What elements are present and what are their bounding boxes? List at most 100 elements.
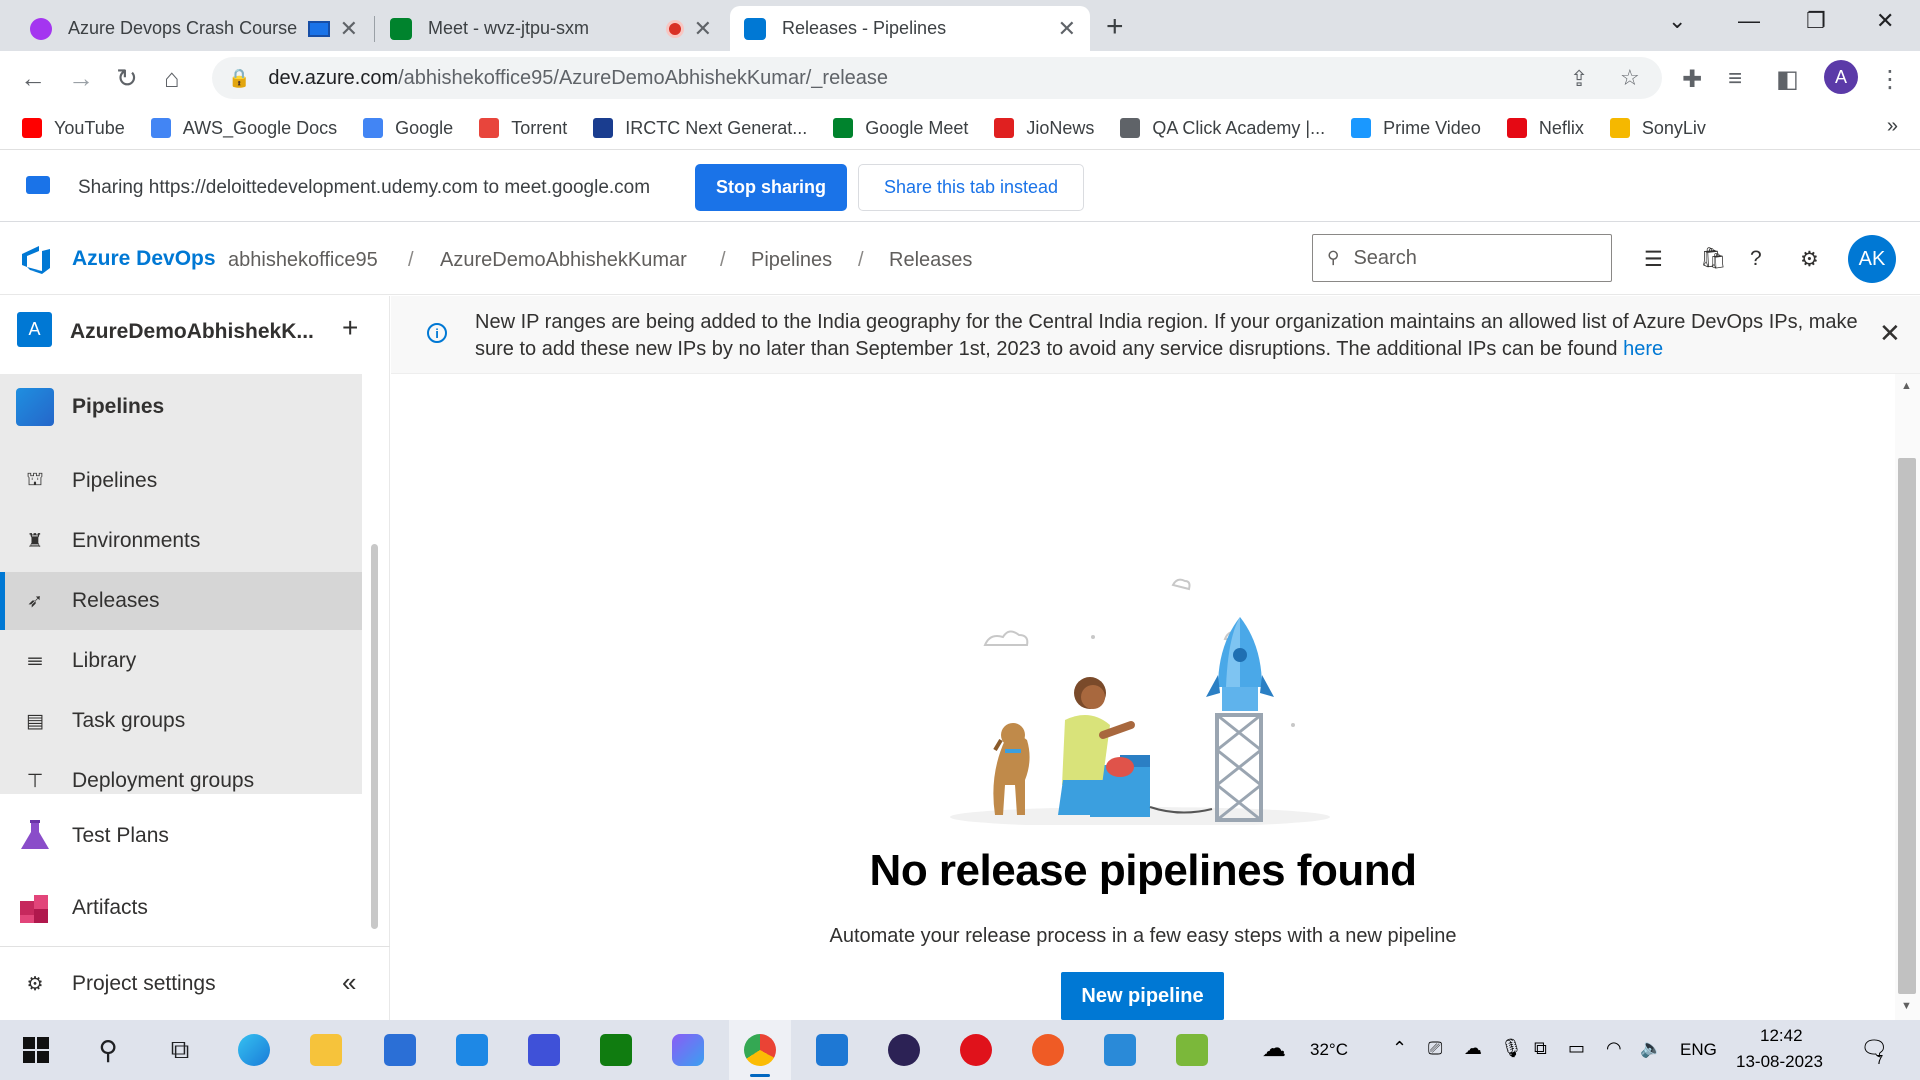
nav-releases[interactable]: ➶ Releases <box>0 572 362 630</box>
add-icon[interactable]: + <box>342 312 358 344</box>
reload-icon[interactable]: ↻ <box>116 63 138 94</box>
work-items-icon[interactable]: ☰ <box>1644 247 1663 272</box>
nav-scrollbar[interactable] <box>371 544 378 929</box>
wifi-icon[interactable]: ◠ <box>1606 1038 1622 1059</box>
close-banner-icon[interactable]: ✕ <box>1879 318 1901 349</box>
share-this-tab-button[interactable]: Share this tab instead <box>858 164 1084 211</box>
address-bar[interactable]: 🔒 dev.azure.com/abhishekoffice95/AzureDe… <box>212 57 1662 99</box>
search-input[interactable] <box>1353 246 1584 270</box>
chevron-up-icon[interactable]: ⌃ <box>1392 1038 1407 1059</box>
restore-icon[interactable]: ❐ <box>1806 8 1826 34</box>
battery-icon[interactable]: ▭ <box>1568 1038 1585 1059</box>
volume-icon[interactable]: 🔈 <box>1640 1038 1662 1059</box>
bookmark-item[interactable]: Google Meet <box>833 118 968 139</box>
browser-tab-udemy[interactable]: Azure Devops Crash Course ✕ <box>16 6 372 51</box>
brand-title[interactable]: Azure DevOps <box>72 247 216 271</box>
bookmark-item[interactable]: Torrent <box>479 118 567 139</box>
paint-icon[interactable] <box>1172 1030 1212 1070</box>
back-icon[interactable]: ← <box>20 63 46 94</box>
clock-date[interactable]: 13-08-2023 <box>1736 1052 1823 1072</box>
bookmark-item[interactable]: YouTube <box>22 118 125 139</box>
chrome-icon[interactable] <box>740 1030 780 1070</box>
bookmark-item[interactable]: IRCTC Next Generat... <box>593 118 807 139</box>
new-pipeline-button[interactable]: New pipeline <box>1061 972 1224 1020</box>
nav-pipelines-hub[interactable]: Pipelines <box>0 374 362 440</box>
nav-pipelines[interactable]: ⛫ Pipelines <box>0 452 362 510</box>
bookmark-item[interactable]: SonyLiv <box>1609 118 1706 139</box>
microphone-icon[interactable]: 🎙 <box>1500 1038 1523 1059</box>
xbox-icon[interactable] <box>596 1030 636 1070</box>
file-explorer-icon[interactable] <box>306 1030 346 1070</box>
language-indicator[interactable]: ENG <box>1680 1040 1717 1060</box>
extensions-icon[interactable]: ✚ <box>1682 65 1702 94</box>
windows-start-icon[interactable] <box>16 1030 56 1070</box>
close-tab-icon[interactable]: ✕ <box>340 16 358 42</box>
postman-icon[interactable] <box>1028 1030 1068 1070</box>
share-page-icon[interactable]: ⇪ <box>1570 66 1588 92</box>
scroll-up-icon[interactable]: ▲ <box>1901 380 1912 392</box>
project-switcher[interactable]: A AzureDemoAbhishekK... + <box>0 296 390 366</box>
minimize-icon[interactable]: — <box>1738 8 1760 34</box>
breadcrumb-organization[interactable]: abhishekoffice95 <box>228 249 378 272</box>
side-panel-icon[interactable]: ◧ <box>1776 65 1799 94</box>
close-tab-icon[interactable]: ✕ <box>694 16 712 42</box>
browser-tab-releases[interactable]: Releases - Pipelines ✕ <box>730 6 1090 51</box>
edge-icon[interactable] <box>234 1030 274 1070</box>
media-control-icon[interactable]: ≡ <box>1728 65 1742 93</box>
opera-icon[interactable] <box>956 1030 996 1070</box>
browser-tab-meet[interactable]: Meet - wvz-jtpu-sxm ✕ <box>376 6 726 51</box>
user-settings-icon[interactable]: ⚙ <box>1800 247 1819 272</box>
onedrive-icon[interactable]: ☁ <box>1464 1038 1482 1059</box>
breadcrumb-project[interactable]: AzureDemoAbhishekKumar <box>440 249 687 272</box>
marketplace-icon[interactable]: 🛍 <box>1700 247 1727 271</box>
scroll-down-icon[interactable]: ▼ <box>1901 1000 1912 1012</box>
breadcrumb-pipelines[interactable]: Pipelines <box>751 249 832 272</box>
nav-task-groups[interactable]: ▤ Task groups <box>0 692 362 750</box>
nav-test-plans[interactable]: Test Plans <box>0 804 362 868</box>
close-tab-icon[interactable]: ✕ <box>1058 16 1076 42</box>
new-tab-button[interactable]: + <box>1106 10 1124 44</box>
mail-icon[interactable] <box>452 1030 492 1070</box>
eclipse-icon[interactable] <box>884 1030 924 1070</box>
nav-library[interactable]: 𝍢 Library <box>0 632 362 690</box>
nav-project-settings[interactable]: ⚙ Project settings <box>0 955 362 1013</box>
help-icon[interactable]: ? <box>1750 247 1762 271</box>
bookmark-item[interactable]: JioNews <box>994 118 1094 139</box>
stop-sharing-button[interactable]: Stop sharing <box>695 164 847 211</box>
weather-icon[interactable]: ☁ <box>1262 1034 1286 1063</box>
taskbar-search-icon[interactable]: ⚲ <box>88 1030 128 1070</box>
nav-deployment-groups[interactable]: ⊤ Deployment groups <box>0 752 362 810</box>
task-view-icon[interactable]: ⧉ <box>160 1030 200 1070</box>
close-window-icon[interactable]: ✕ <box>1876 8 1894 34</box>
tray-app-icon[interactable]: ⎚ <box>1428 1038 1442 1059</box>
store-icon[interactable] <box>380 1030 420 1070</box>
search-box[interactable]: ⚲ <box>1312 234 1612 282</box>
bookmark-item[interactable]: Google <box>363 118 453 139</box>
chrome-menu-icon[interactable]: ⋮ <box>1878 65 1902 94</box>
app-icon[interactable] <box>812 1030 852 1070</box>
clock-time[interactable]: 12:42 <box>1760 1026 1803 1046</box>
bookmark-star-icon[interactable]: ☆ <box>1620 65 1640 91</box>
bookmark-item[interactable]: Neflix <box>1506 118 1584 139</box>
app-icon[interactable] <box>524 1030 564 1070</box>
bookmark-item[interactable]: AWS_Google Docs <box>150 118 337 139</box>
breadcrumb-releases[interactable]: Releases <box>889 249 972 272</box>
project-name[interactable]: AzureDemoAbhishekK... <box>70 320 314 344</box>
photos-icon[interactable] <box>1100 1030 1140 1070</box>
nav-environments[interactable]: ♜ Environments <box>0 512 362 570</box>
copilot-icon[interactable] <box>668 1030 708 1070</box>
profile-avatar[interactable]: A <box>1824 60 1858 94</box>
azure-devops-logo-icon[interactable] <box>20 243 52 275</box>
weather-temp[interactable]: 32°C <box>1310 1040 1348 1060</box>
tab-search-icon[interactable]: ⌄ <box>1668 8 1686 34</box>
nav-artifacts[interactable]: Artifacts <box>0 876 362 940</box>
forward-icon[interactable]: → <box>68 63 94 94</box>
collapse-nav-icon[interactable]: « <box>342 967 356 998</box>
banner-link[interactable]: here <box>1623 338 1663 360</box>
notification-icon[interactable]: 🗨 <box>1860 1036 1888 1062</box>
bookmark-item[interactable]: Prime Video <box>1351 118 1481 139</box>
user-avatar[interactable]: AK <box>1848 235 1896 283</box>
home-icon[interactable]: ⌂ <box>164 63 180 94</box>
tray-app-icon[interactable]: ⧉ <box>1534 1038 1547 1059</box>
main-scrollbar-thumb[interactable] <box>1898 458 1916 994</box>
